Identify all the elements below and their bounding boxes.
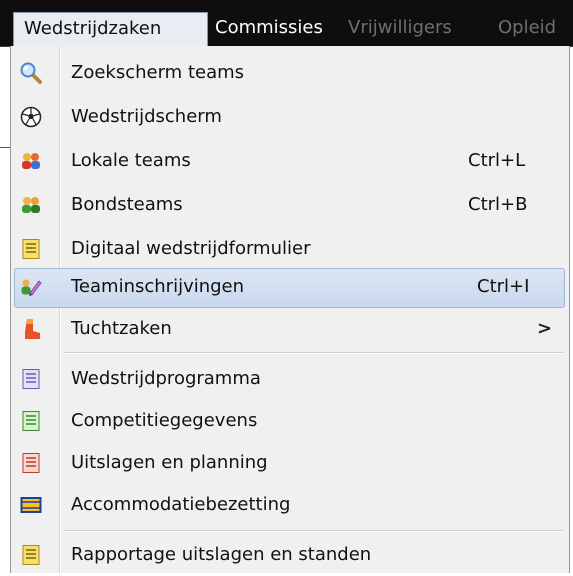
menu-item-tuchtzaken[interactable]: Tuchtzaken >	[14, 310, 565, 350]
menu-item-label: Zoekscherm teams	[71, 62, 245, 83]
menu-vrijwilligers[interactable]: Vrijwilligers	[348, 12, 452, 47]
report-yellow-icon	[22, 545, 40, 565]
menu-item-label: Competitiegegevens	[71, 410, 258, 431]
menu-item-label: Wedstrijdscherm	[71, 106, 222, 127]
menu-item-uitslagen-en-planning[interactable]: Uitslagen en planning	[14, 444, 565, 484]
menu-item-label: Digitaal wedstrijdformulier	[71, 238, 311, 259]
people-green-icon	[22, 197, 40, 213]
menu-item-label: Uitslagen en planning	[71, 452, 268, 473]
boot-icon	[25, 319, 40, 339]
menu-wedstrijdzaken[interactable]: Wedstrijdzaken	[13, 12, 208, 47]
document-red-icon	[22, 453, 40, 473]
menu-commissies[interactable]: Commissies	[215, 12, 323, 47]
menu-item-label: Accommodatiebezetting	[71, 494, 291, 515]
soccer-ball-icon	[20, 106, 42, 128]
menu-item-wedstrijdscherm[interactable]: Wedstrijdscherm	[14, 98, 565, 138]
menu-opleid[interactable]: Opleid	[498, 12, 556, 47]
document-purple-icon	[22, 369, 40, 389]
shortcut-text: Ctrl+I	[477, 276, 530, 297]
menu-item-digitaal-wedstrijdformulier[interactable]: Digitaal wedstrijdformulier	[14, 230, 565, 270]
menu-item-competitiegegevens[interactable]: Competitiegegevens	[14, 402, 565, 442]
menu-item-label: Lokale teams	[71, 150, 191, 171]
menu-item-label: Bondsteams	[71, 194, 183, 215]
background-line	[0, 147, 10, 148]
shortcut-text: Ctrl+L	[468, 150, 526, 171]
menu-item-label: Tuchtzaken	[71, 318, 172, 339]
wedstrijdzaken-dropdown: Zoekscherm teams Wedstrijdscherm Lokale …	[10, 46, 570, 573]
people-orange-icon	[22, 153, 40, 169]
shortcut-text: Ctrl+B	[468, 194, 528, 215]
menu-item-label: Rapportage uitslagen en standen	[71, 544, 372, 565]
chevron-right-icon: >	[537, 318, 553, 339]
menu-item-teaminschrijvingen[interactable]: Teaminschrijvingen Ctrl+I	[14, 268, 565, 308]
menu-item-rapportage-uitslagen-en-standen[interactable]: Rapportage uitslagen en standen	[14, 536, 565, 576]
magnifier-icon	[20, 62, 42, 84]
menu-item-label: Teaminschrijvingen	[71, 276, 245, 297]
menu-separator	[63, 352, 563, 354]
team-register-icon	[21, 279, 42, 296]
menu-item-bondsteams[interactable]: Bondsteams Ctrl+B	[14, 186, 565, 226]
menu-bar: Wedstrijdzaken Commissies Vrijwilligers …	[0, 0, 573, 47]
form-yellow-icon	[22, 239, 40, 259]
document-green-icon	[22, 411, 40, 431]
menu-item-wedstrijdprogramma[interactable]: Wedstrijdprogramma	[14, 360, 565, 400]
menu-separator	[63, 530, 563, 532]
field-icon	[20, 497, 42, 513]
menu-item-label: Wedstrijdprogramma	[71, 368, 261, 389]
menu-item-zoekscherm-teams[interactable]: Zoekscherm teams	[14, 54, 565, 94]
menu-item-accommodatiebezetting[interactable]: Accommodatiebezetting	[14, 486, 565, 526]
menu-item-lokale-teams[interactable]: Lokale teams Ctrl+L	[14, 142, 565, 182]
